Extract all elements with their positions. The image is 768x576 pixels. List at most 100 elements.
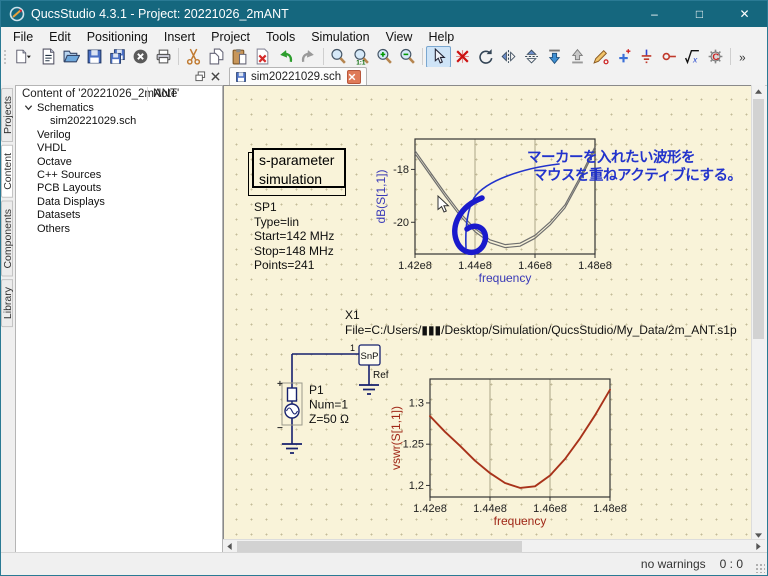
menu-positioning[interactable]: Positioning [79,28,156,46]
toolbar-handle[interactable] [3,48,8,65]
tree-item-c-sources[interactable]: C++ Sources [16,169,222,182]
menu-view[interactable]: View [378,28,421,46]
save-button[interactable] [83,47,106,67]
svg-text:frequency: frequency [479,271,532,285]
menu-simulation[interactable]: Simulation [303,28,377,46]
menu-edit[interactable]: Edit [41,28,79,46]
sp1-parameters[interactable]: SP1 Type=lin Start=142 MHz Stop=148 MHz … [254,200,334,273]
sidebar-tab-projects[interactable]: Projects [1,88,14,142]
toolbar: 1:1 x C » [1,45,767,68]
sidebar-tab-content[interactable]: Content [1,144,14,198]
push-into-button[interactable] [543,47,566,67]
print-button[interactable] [152,47,175,67]
deactivate-button[interactable] [451,47,474,67]
simulation-settings-icon: C [708,49,723,64]
horizontal-scroll-thumb[interactable] [237,541,522,552]
menu-help[interactable]: Help [420,28,462,46]
redo-button[interactable] [297,47,320,67]
close-document-button[interactable] [129,47,152,67]
annotation-text-line2: マウスを重ねアクティブにする。 [533,168,742,184]
sidebar-tab-components[interactable]: Components [1,200,14,277]
new-file-button[interactable] [10,47,37,67]
zoom-1-1-button[interactable]: 1:1 [350,47,373,67]
schematic-canvas[interactable]: SnP 1 Ref + − P1 Num=1 Z=50 Ω 1.42e8 1.44… [223,85,755,543]
svg-text:1.48e8: 1.48e8 [593,503,627,515]
resize-grip[interactable] [755,563,765,573]
close-panel-button[interactable] [208,69,223,83]
mirror-x-button[interactable] [520,47,543,67]
new-text-button[interactable] [37,47,60,67]
vertical-scrollbar[interactable] [751,85,765,542]
tree-item-schematics[interactable]: Schematics [16,102,222,115]
ground-button[interactable] [635,47,658,67]
zoom-in-button[interactable] [373,47,396,67]
tree-item-pcb-layouts[interactable]: PCB Layouts [16,182,222,195]
sp1-points: Points=241 [254,258,315,273]
tree-item-data-displays[interactable]: Data Displays [16,196,222,209]
horizontal-scrollbar[interactable] [223,539,765,553]
snp-label: SnP [361,351,379,362]
svg-text:1.42e8: 1.42e8 [398,260,432,272]
scroll-up-icon[interactable] [752,85,765,98]
s-parameter-simulation-block[interactable]: s-parameter simulation [252,148,346,188]
mirror-y-button[interactable] [497,47,520,67]
zoom-out-button[interactable] [396,47,419,67]
project-content-tree: Schematics sim20221029.sch Verilog VHDL Octa… [16,102,222,236]
paste-icon [232,49,247,65]
chart-vswr-s11[interactable]: 1.42e8 1.44e8 1.46e8 1.48e81.31.251.2freque… [389,378,627,528]
undo-button[interactable] [274,47,297,67]
sidebar-tab-library[interactable]: Library [1,279,14,328]
tree-item-verilog[interactable]: Verilog [16,129,222,142]
p1-minus-label: − [277,423,283,434]
p1-name-label: P1 [309,383,324,397]
menu-file[interactable]: File [5,28,41,46]
p1-plus-label: + [277,379,283,390]
content-panel: Content of '20221026_2mANT' Note Schemat… [15,85,223,553]
maximize-button[interactable]: □ [677,1,722,27]
float-panel-button[interactable] [193,69,208,83]
rotate-ccw-button[interactable] [474,47,497,67]
more-button[interactable]: » [734,47,757,67]
delete-button[interactable] [251,47,274,67]
cut-button[interactable] [182,47,205,67]
svg-text:1.48e8: 1.48e8 [578,260,612,272]
pop-out-button[interactable] [566,47,589,67]
port-button[interactable] [658,47,681,67]
save-all-button[interactable] [106,47,129,67]
sidebar-tab-strip: Projects Content Components Library [1,85,15,553]
mirror-x-icon [525,49,538,64]
chevron-down-icon[interactable] [24,103,33,112]
tree-item-octave[interactable]: Octave [16,156,222,169]
open-button[interactable] [60,47,83,67]
menu-insert[interactable]: Insert [156,28,203,46]
minimize-button[interactable]: – [632,1,677,27]
tree-item-sim20221029-sch[interactable]: sim20221029.sch [16,115,222,128]
copy-button[interactable] [205,47,228,67]
zoom-fit-button[interactable] [327,47,350,67]
vertical-scroll-thumb[interactable] [753,99,764,339]
select-button[interactable] [426,45,451,68]
p1-component[interactable]: + − P1 Num=1 Z=50 Ω [277,379,349,434]
paste-button[interactable] [228,47,251,67]
x1-parameters[interactable]: X1 File=C:/Users/▮▮▮/Desktop/Simulation/… [345,308,737,338]
tree-item-others[interactable]: Others [16,223,222,236]
sim-block-line1: s-parameter [259,152,335,168]
menu-project[interactable]: Project [203,28,258,46]
equation-button[interactable]: x [681,47,704,67]
close-tab-icon[interactable] [347,69,362,84]
close-button[interactable]: ✕ [722,1,767,27]
wire-label-button[interactable] [589,47,612,67]
title-bar: QucsStudio 4.3.1 - Project: 20221026_2mA… [1,1,767,27]
rotate-ccw-icon [479,49,493,64]
tree-item-datasets[interactable]: Datasets [16,209,222,222]
note-column-header: Note [153,88,178,100]
document-tab[interactable]: sim20221029.sch [229,67,368,85]
sp1-stop: Stop=148 MHz [254,243,334,258]
menu-tools[interactable]: Tools [258,28,303,46]
simulation-settings-button[interactable]: C [704,47,727,67]
wire-label-icon [593,49,609,65]
warnings-status: no warnings [640,557,706,571]
tree-item-vhdl[interactable]: VHDL [16,142,222,155]
save-icon [87,49,102,64]
insert-pin-button[interactable] [612,47,635,67]
